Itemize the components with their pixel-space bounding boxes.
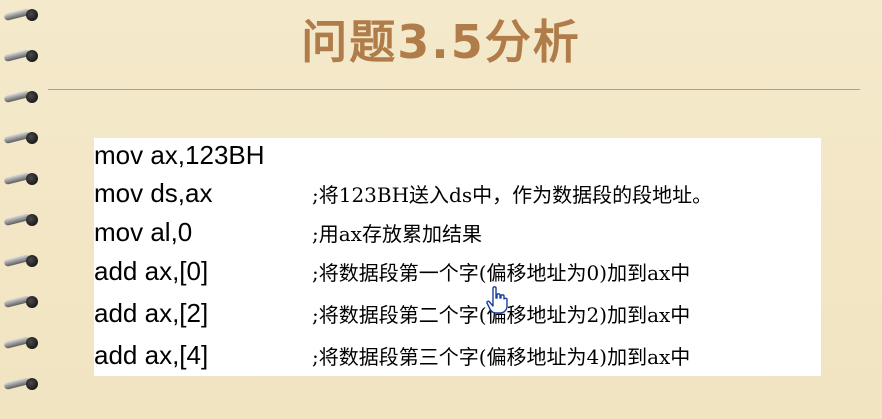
code-comment: ;将数据段第一个字(偏移地址为0)加到ax中 [312,261,691,285]
code-instruction: mov ax,123BH [94,140,265,170]
code-line: mov al,0 ;用ax存放累加结果 [94,217,821,255]
hand-pointer-icon [486,286,508,314]
binding-ring-icon [3,294,38,309]
binding-ring-icon [3,130,38,145]
binding-ring-icon [3,171,38,186]
binding-ring-icon [3,253,38,268]
code-line: add ax,[0] ;将数据段第一个字(偏移地址为0)加到ax中 [94,256,821,294]
code-comment: ;将123BH送入ds中，作为数据段的段地址。 [312,183,713,207]
code-instruction: mov ds,ax [94,178,213,208]
code-comment: ;将数据段第三个字(偏移地址为4)加到ax中 [312,345,691,369]
code-comment: ;用ax存放累加结果 [312,222,482,246]
code-block: mov ax,123BH mov ds,ax ;将123BH送入ds中，作为数据… [94,138,821,376]
slide-title: 问题3.5分析 [301,15,581,69]
binding-ring-icon [3,89,38,104]
code-line: add ax,[2] ;将数据段第二个字(偏移地址为2)加到ax中 [94,298,821,336]
title-divider [48,89,860,90]
code-line: mov ax,123BH [94,140,821,178]
code-line: mov ds,ax ;将123BH送入ds中，作为数据段的段地址。 [94,178,821,216]
code-instruction: add ax,[2] [94,298,209,328]
code-instruction: add ax,[4] [94,340,209,370]
code-instruction: add ax,[0] [94,256,209,286]
slide: 问题3.5分析 mov ax,123BH mov ds,ax ;将123BH送入… [0,0,882,419]
code-instruction: mov al,0 [94,217,193,247]
code-line: add ax,[4] ;将数据段第三个字(偏移地址为4)加到ax中 [94,340,821,378]
binding-ring-icon [3,335,38,350]
binding-ring-icon [3,212,38,227]
binding-ring-icon [3,376,38,391]
